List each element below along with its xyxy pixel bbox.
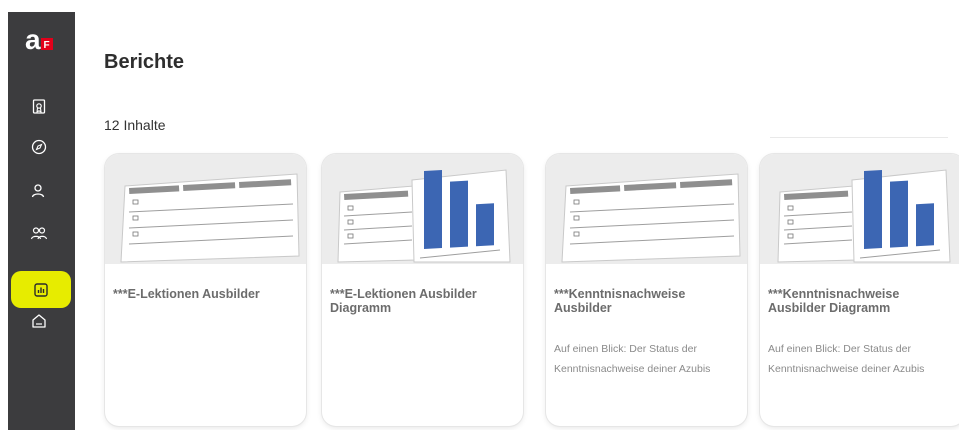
card-title: ***E-Lektionen Ausbilder Diagramm bbox=[330, 287, 477, 315]
table-thumbnail-icon bbox=[560, 173, 741, 263]
sidebar: a F bbox=[8, 12, 75, 430]
svg-text:F: F bbox=[44, 40, 50, 51]
home-icon bbox=[32, 314, 46, 328]
compass-icon bbox=[31, 139, 47, 155]
svg-text:a: a bbox=[25, 25, 41, 53]
report-chart-icon bbox=[34, 282, 48, 297]
report-card[interactable]: ***E-Lektionen Ausbilder Diagramm bbox=[322, 154, 523, 426]
users-icon bbox=[30, 227, 48, 240]
sidebar-item-home[interactable] bbox=[28, 310, 50, 332]
sidebar-item-reports[interactable] bbox=[11, 271, 71, 308]
chart-thumbnail-icon bbox=[336, 169, 511, 263]
card-description: Auf einen Blick: Der Status der Kenntnis… bbox=[768, 343, 925, 375]
table-thumbnail-icon bbox=[119, 173, 300, 263]
content-count: 12 Inhalte bbox=[104, 117, 166, 133]
card-title: ***Kenntnisnachweise Ausbilder bbox=[554, 287, 686, 315]
report-card[interactable]: ***Kenntnisnachweise Ausbilder Auf einen… bbox=[546, 154, 747, 426]
table-thumbnail bbox=[546, 154, 747, 264]
chart-thumbnail bbox=[322, 154, 523, 264]
af-logo[interactable]: a F bbox=[25, 24, 55, 55]
report-card[interactable]: ***E-Lektionen Ausbilder bbox=[105, 154, 306, 426]
card-title: ***Kenntnisnachweise Ausbilder Diagramm bbox=[768, 287, 900, 315]
sidebar-item-groups[interactable] bbox=[28, 222, 50, 244]
chart-thumbnail-icon bbox=[776, 169, 951, 263]
page-title: Berichte bbox=[104, 51, 185, 73]
table-thumbnail bbox=[105, 154, 306, 264]
sidebar-item-explore[interactable] bbox=[28, 136, 50, 158]
report-card[interactable]: ***Kenntnisnachweise Ausbilder Diagramm … bbox=[760, 154, 959, 426]
sidebar-item-profile[interactable] bbox=[28, 180, 50, 202]
card-description: Auf einen Blick: Der Status der Kenntnis… bbox=[554, 343, 711, 375]
chart-thumbnail bbox=[760, 154, 959, 264]
divider bbox=[770, 137, 948, 138]
certificate-icon bbox=[32, 99, 46, 114]
sidebar-item-certificates[interactable] bbox=[28, 96, 50, 118]
card-title: ***E-Lektionen Ausbilder bbox=[113, 287, 260, 301]
user-icon bbox=[31, 184, 45, 198]
